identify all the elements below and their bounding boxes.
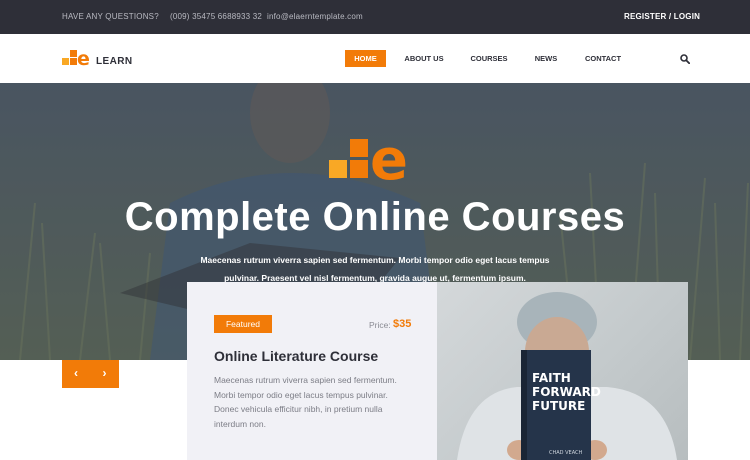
hero-logo-mark-icon: e: [329, 135, 408, 183]
logo-text: LEARN: [96, 56, 133, 67]
person-reading-image: FAITH FORWARD FUTURE CHAD VEACH: [457, 292, 677, 460]
course-title[interactable]: Online Literature Course: [214, 348, 378, 364]
search-icon[interactable]: [680, 54, 690, 64]
featured-course-card[interactable]: Featured Price: $35 Online Literature Co…: [187, 282, 437, 460]
svg-text:e: e: [370, 135, 408, 183]
nav-courses[interactable]: COURSES: [466, 50, 512, 67]
nav-about-us[interactable]: ABOUT US: [400, 50, 448, 67]
register-login-link[interactable]: REGISTER / LOGIN: [624, 12, 700, 21]
slider-prev-button[interactable]: ‹: [62, 360, 91, 388]
svg-text:FORWARD: FORWARD: [532, 385, 601, 399]
site-logo[interactable]: e LEARN: [62, 49, 134, 69]
top-contact-bar: HAVE ANY QUESTIONS? (009) 35475 6688933 …: [0, 0, 750, 34]
phone-number[interactable]: (009) 35475 6688933 32: [170, 12, 262, 21]
featured-badge: Featured: [214, 315, 272, 333]
svg-text:CHAD VEACH: CHAD VEACH: [549, 450, 583, 456]
price-label: Price:: [369, 320, 391, 330]
course-description-line-3: Donec vehicula efficitur nibh, in pretiu…: [214, 404, 383, 414]
svg-text:FUTURE: FUTURE: [532, 399, 585, 413]
hero-subtitle-line-1: Maecenas rutrum viverra sapien sed ferme…: [200, 255, 550, 265]
course-description-line-4: interdum non.: [214, 418, 266, 429]
nav-home[interactable]: HOME: [345, 50, 386, 67]
questions-label: HAVE ANY QUESTIONS?: [62, 12, 159, 21]
svg-text:FAITH: FAITH: [532, 371, 571, 385]
course-description-line-1: Maecenas rutrum viverra sapien sed ferme…: [214, 375, 397, 385]
logo-mark-icon: e: [62, 49, 90, 69]
main-navbar: e LEARN HOME ABOUT US COURSES NEWS CONTA…: [0, 34, 750, 83]
course-description-line-2: Morbi tempor odio eget lacus tempus pulv…: [214, 389, 388, 400]
nav-news[interactable]: NEWS: [530, 50, 562, 67]
course-image[interactable]: FAITH FORWARD FUTURE CHAD VEACH: [437, 282, 688, 460]
slider-next-button[interactable]: ›: [90, 360, 119, 388]
hero-title: Complete Online Courses: [124, 195, 626, 239]
price-value: $35: [393, 318, 412, 330]
svg-text:e: e: [77, 49, 90, 69]
email-link[interactable]: info@elaerntemplate.com: [267, 12, 363, 21]
course-description: Maecenas rutrum viverra sapien sed ferme…: [214, 373, 419, 431]
nav-contact[interactable]: CONTACT: [580, 50, 626, 67]
